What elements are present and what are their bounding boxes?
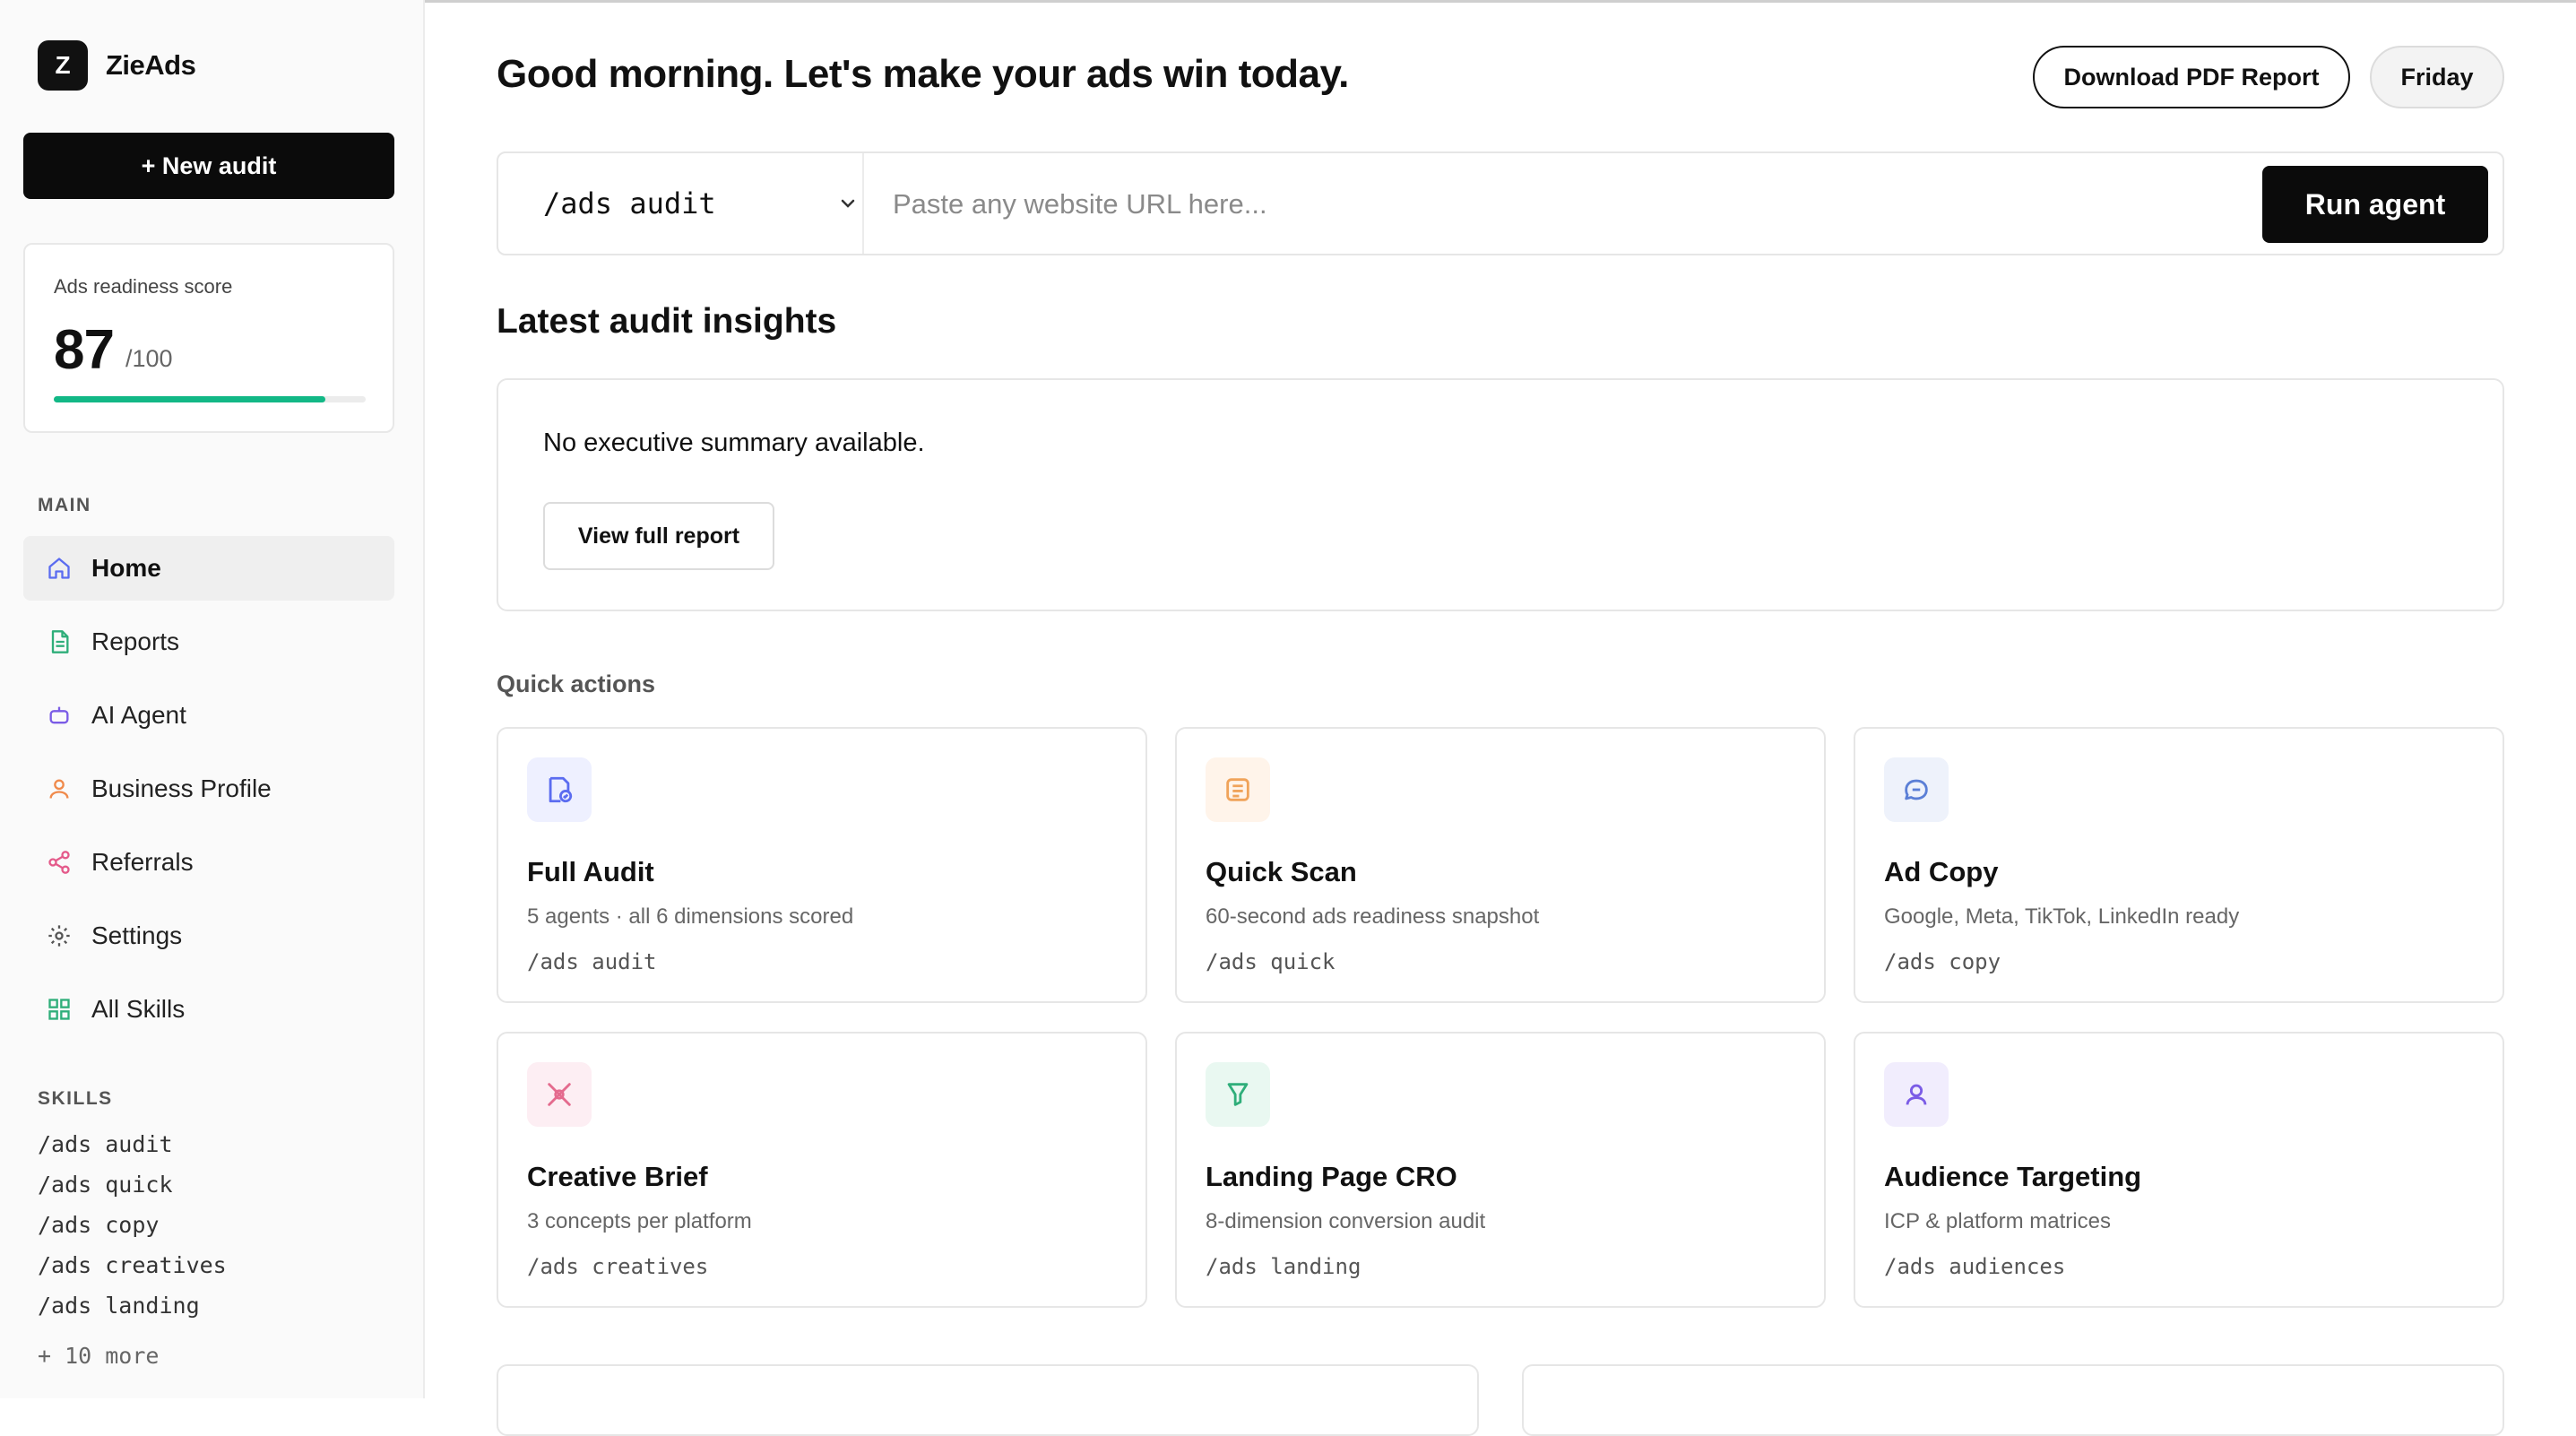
nav-item-ai-agent[interactable]: AI Agent: [23, 683, 394, 748]
quick-action-full-audit[interactable]: Full Audit 5 agents · all 6 dimensions s…: [497, 727, 1147, 1003]
card-command: /ads quick: [1206, 949, 1336, 974]
robot-icon: [45, 701, 73, 730]
card-title: Quick Scan: [1206, 856, 1357, 887]
nav-item-all-skills[interactable]: All Skills: [23, 977, 394, 1042]
agent-command-bar: /ads audit Run agent: [497, 151, 2504, 255]
brand-name: ZieAds: [106, 49, 196, 81]
insights-heading: Latest audit insights: [497, 302, 837, 341]
view-full-report-button[interactable]: View full report: [543, 502, 774, 570]
card-command: /ads audit: [527, 949, 657, 974]
page-title: Good morning. Let's make your ads win to…: [497, 52, 1349, 96]
brand-logo: Z: [38, 40, 88, 91]
card-command: /ads audiences: [1884, 1254, 2066, 1279]
quick-action-creative-brief[interactable]: Creative Brief 3 concepts per platform /…: [497, 1032, 1147, 1308]
user-icon: [45, 774, 73, 803]
nav-item-business-profile[interactable]: Business Profile: [23, 757, 394, 821]
skill-select-value: /ads audit: [543, 186, 716, 221]
skill-item[interactable]: /ads creatives: [38, 1252, 227, 1278]
grid-icon: [45, 995, 73, 1024]
nav-label: Reports: [91, 627, 180, 655]
card-title: Creative Brief: [527, 1161, 708, 1192]
card-description: 3 concepts per platform: [527, 1209, 752, 1233]
card-title: Landing Page CRO: [1206, 1161, 1457, 1192]
card-title: Audience Targeting: [1884, 1161, 2142, 1192]
audience-icon: [1884, 1062, 1949, 1127]
chevron-down-icon: [837, 193, 859, 219]
score-progress-track: [54, 396, 366, 402]
skill-item[interactable]: /ads copy: [38, 1212, 159, 1238]
skills-section-label: SKILLS: [38, 1088, 113, 1109]
brand[interactable]: Z ZieAds: [38, 39, 196, 91]
landing-icon: [1206, 1062, 1270, 1127]
nav-label: Business Profile: [91, 774, 272, 802]
card-title: Ad Copy: [1884, 856, 1999, 887]
score-progress-fill: [54, 396, 325, 402]
quick-actions-label: Quick actions: [497, 670, 656, 697]
nav-label: Settings: [91, 921, 183, 949]
nav-label: Home: [91, 554, 161, 582]
home-icon: [45, 554, 73, 583]
website-url-input[interactable]: [893, 173, 2291, 236]
nav-item-home[interactable]: Home: [23, 536, 394, 601]
scan-icon: [1206, 757, 1270, 822]
card-description: ICP & platform matrices: [1884, 1209, 2111, 1233]
nav-item-reports[interactable]: Reports: [23, 610, 394, 674]
run-agent-button[interactable]: Run agent: [2262, 166, 2488, 243]
bottom-card-right: [1522, 1364, 2504, 1436]
new-audit-button[interactable]: + New audit: [23, 133, 394, 199]
bottom-card-left: [497, 1364, 1479, 1436]
copy-icon: [1884, 757, 1949, 822]
quick-action-ad-copy[interactable]: Ad Copy Google, Meta, TikTok, LinkedIn r…: [1854, 727, 2504, 1003]
skill-item[interactable]: /ads landing: [38, 1293, 200, 1319]
quick-action-landing-page-cro[interactable]: Landing Page CRO 8-dimension conversion …: [1175, 1032, 1826, 1308]
quick-action-audience-targeting[interactable]: Audience Targeting ICP & platform matric…: [1854, 1032, 2504, 1308]
skill-select[interactable]: /ads audit: [498, 153, 864, 254]
audit-icon: [527, 757, 592, 822]
card-command: /ads copy: [1884, 949, 2001, 974]
card-title: Full Audit: [527, 856, 654, 887]
nav-item-settings[interactable]: Settings: [23, 904, 394, 968]
insights-card: No executive summary available. View ful…: [497, 378, 2504, 611]
nav-item-referrals[interactable]: Referrals: [23, 830, 394, 895]
share-icon: [45, 848, 73, 877]
sidebar: Z ZieAds + New audit Ads readiness score…: [0, 0, 425, 1398]
card-command: /ads creatives: [527, 1254, 709, 1279]
day-button[interactable]: Friday: [2370, 46, 2504, 108]
main-section-label: MAIN: [38, 495, 91, 515]
nav-label: AI Agent: [91, 701, 186, 729]
card-description: 60-second ads readiness snapshot: [1206, 904, 1540, 929]
nav-label: All Skills: [91, 995, 186, 1023]
more-skills-link[interactable]: + 10 more: [38, 1343, 159, 1369]
quick-action-quick-scan[interactable]: Quick Scan 60-second ads readiness snaps…: [1175, 727, 1826, 1003]
gear-icon: [45, 921, 73, 950]
executive-summary-text: No executive summary available.: [543, 428, 925, 457]
card-description: Google, Meta, TikTok, LinkedIn ready: [1884, 904, 2240, 929]
nav-label: Referrals: [91, 848, 194, 876]
card-description: 5 agents · all 6 dimensions scored: [527, 904, 854, 929]
document-icon: [45, 627, 73, 656]
download-pdf-button[interactable]: Download PDF Report: [2033, 46, 2350, 108]
card-description: 8-dimension conversion audit: [1206, 1209, 1486, 1233]
card-command: /ads landing: [1206, 1254, 1361, 1279]
skill-item[interactable]: /ads quick: [38, 1172, 173, 1198]
score-max: /100: [125, 345, 173, 372]
creative-icon: [527, 1062, 592, 1127]
score-label: Ads readiness score: [54, 275, 233, 298]
readiness-score-card: Ads readiness score 87 /100: [23, 243, 394, 433]
score-value: 87: [54, 319, 115, 381]
skill-item[interactable]: /ads audit: [38, 1131, 173, 1157]
